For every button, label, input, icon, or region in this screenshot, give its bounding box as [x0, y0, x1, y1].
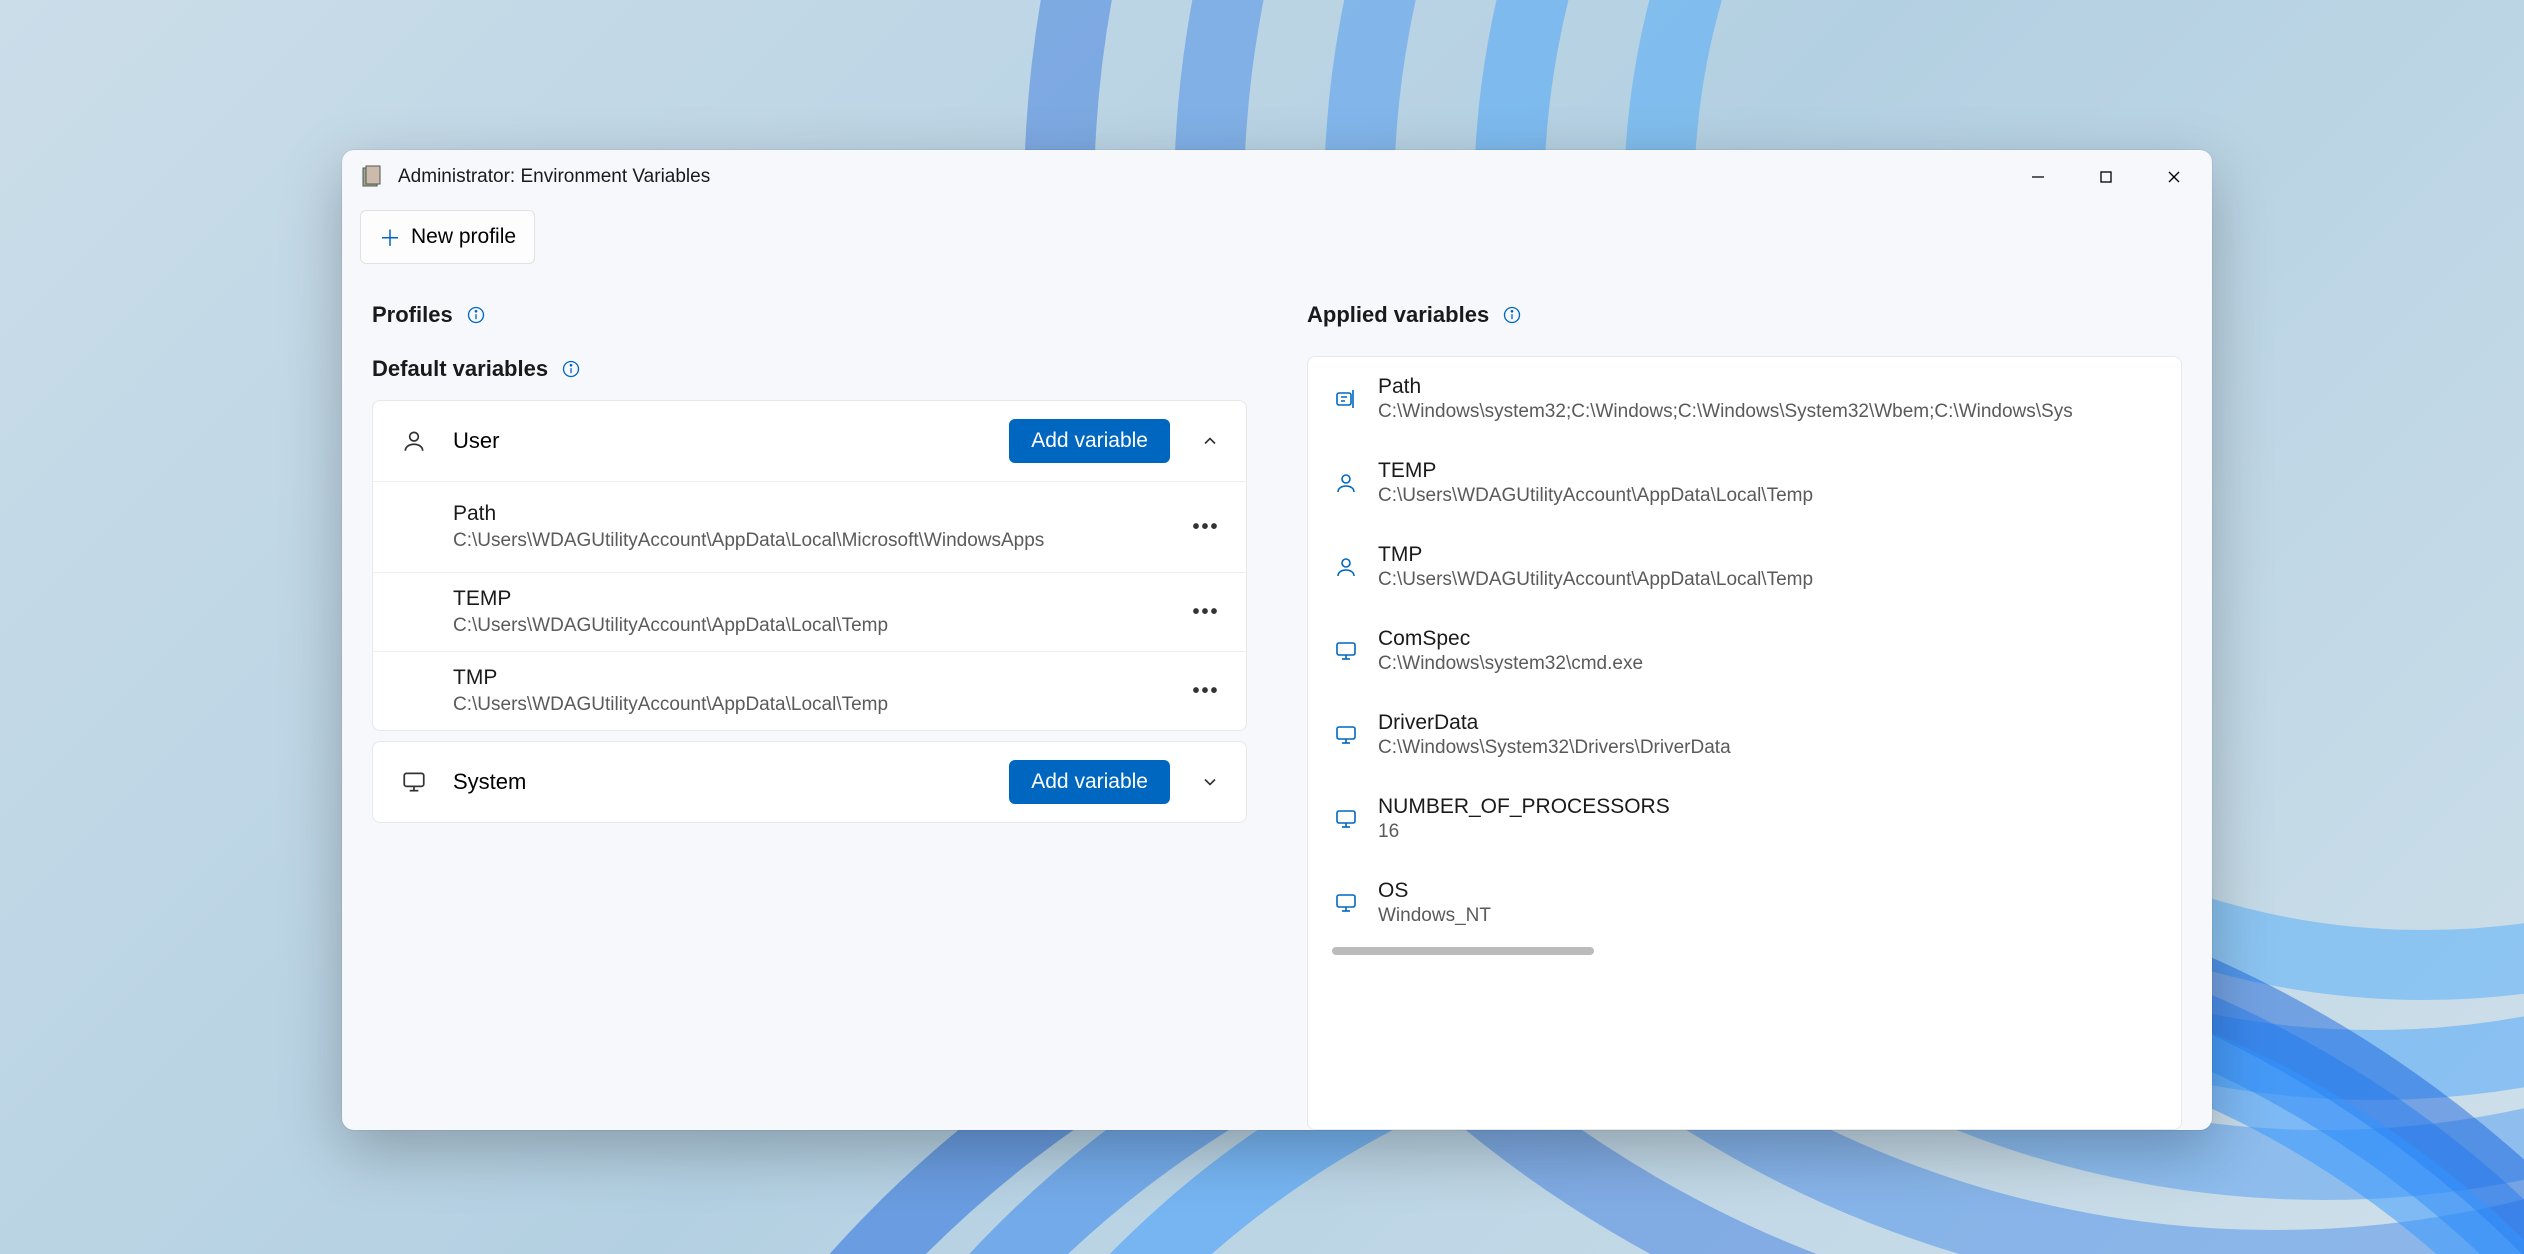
- variable-name: TEMP: [453, 587, 1186, 611]
- applied-variable-value: C:\Users\WDAGUtilityAccount\AppData\Loca…: [1378, 485, 2157, 507]
- applied-column: Applied variables PathC:\Windows\system3…: [1307, 302, 2182, 1130]
- applied-variable-name: TMP: [1378, 543, 2157, 567]
- variable-row[interactable]: TMP C:\Users\WDAGUtilityAccount\AppData\…: [373, 651, 1246, 730]
- applied-variable-value: C:\Windows\system32\cmd.exe: [1378, 653, 2157, 675]
- profiles-column: Profiles Default variables User Add vari…: [372, 302, 1247, 1130]
- system-icon: [1332, 723, 1360, 747]
- applied-variable-name: DriverData: [1378, 711, 2157, 735]
- user-card-label: User: [453, 428, 985, 454]
- variable-name: TMP: [453, 666, 1186, 690]
- applied-variable-name: Path: [1378, 375, 2157, 399]
- applied-variable-row[interactable]: PathC:\Windows\system32;C:\Windows;C:\Wi…: [1308, 357, 2181, 441]
- applied-variable-row[interactable]: DriverDataC:\Windows\System32\Drivers\Dr…: [1308, 693, 2181, 777]
- applied-variable-name: ComSpec: [1378, 627, 2157, 651]
- applied-variable-value: C:\Users\WDAGUtilityAccount\AppData\Loca…: [1378, 569, 2157, 591]
- user-icon: [1332, 471, 1360, 495]
- applied-variable-value: C:\Windows\system32;C:\Windows;C:\Window…: [1378, 401, 2157, 423]
- title-bar[interactable]: Administrator: Environment Variables: [342, 150, 2212, 204]
- new-profile-button[interactable]: ＋ New profile: [360, 210, 535, 264]
- variable-value: C:\Users\WDAGUtilityAccount\AppData\Loca…: [453, 615, 1186, 637]
- applied-variable-name: TEMP: [1378, 459, 2157, 483]
- variable-row[interactable]: TEMP C:\Users\WDAGUtilityAccount\AppData…: [373, 572, 1246, 651]
- applied-variable-value: 16: [1378, 821, 2157, 843]
- chevron-down-icon[interactable]: [1194, 772, 1226, 792]
- maximize-button[interactable]: [2072, 150, 2140, 204]
- applied-variable-row[interactable]: OSWindows_NT: [1308, 861, 2181, 945]
- info-icon[interactable]: [465, 304, 487, 326]
- new-profile-label: New profile: [411, 225, 516, 249]
- applied-variable-name: NUMBER_OF_PROCESSORS: [1378, 795, 2157, 819]
- applied-variable-row[interactable]: TMPC:\Users\WDAGUtilityAccount\AppData\L…: [1308, 525, 2181, 609]
- add-variable-user-button[interactable]: Add variable: [1009, 419, 1170, 463]
- chevron-up-icon[interactable]: [1194, 431, 1226, 451]
- system-icon: [1332, 891, 1360, 915]
- toolbar: ＋ New profile: [342, 204, 2212, 282]
- system-icon: [399, 769, 429, 795]
- user-variables-card: User Add variable Path C:\Users\WDAGUtil…: [372, 400, 1247, 731]
- system-icon: [1332, 807, 1360, 831]
- more-options-button[interactable]: •••: [1186, 601, 1226, 624]
- more-options-button[interactable]: •••: [1186, 680, 1226, 703]
- applied-variables-list[interactable]: PathC:\Windows\system32;C:\Windows;C:\Wi…: [1307, 356, 2182, 1130]
- profiles-heading: Profiles: [372, 302, 453, 328]
- more-options-button[interactable]: •••: [1186, 516, 1226, 539]
- user-icon: [399, 428, 429, 454]
- system-icon: [1332, 639, 1360, 663]
- close-button[interactable]: [2140, 150, 2208, 204]
- horizontal-scrollbar[interactable]: [1332, 947, 1594, 955]
- window-title: Administrator: Environment Variables: [398, 166, 2004, 188]
- variable-value: C:\Users\WDAGUtilityAccount\AppData\Loca…: [453, 530, 1186, 552]
- applied-variable-row[interactable]: ComSpecC:\Windows\system32\cmd.exe: [1308, 609, 2181, 693]
- variable-name: Path: [453, 502, 1186, 526]
- info-icon[interactable]: [560, 358, 582, 380]
- user-icon: [1332, 555, 1360, 579]
- applied-variable-name: OS: [1378, 879, 2157, 903]
- variable-value: C:\Users\WDAGUtilityAccount\AppData\Loca…: [453, 694, 1186, 716]
- plus-icon: ＋: [379, 221, 401, 253]
- applied-variable-row[interactable]: TEMPC:\Users\WDAGUtilityAccount\AppData\…: [1308, 441, 2181, 525]
- rename-icon: [1332, 387, 1360, 411]
- applied-heading: Applied variables: [1307, 302, 1489, 328]
- applied-variable-value: Windows_NT: [1378, 905, 2157, 927]
- app-icon: [360, 165, 384, 189]
- applied-variable-value: C:\Windows\System32\Drivers\DriverData: [1378, 737, 2157, 759]
- system-variables-card: System Add variable: [372, 741, 1247, 823]
- system-card-label: System: [453, 769, 985, 795]
- variable-row[interactable]: Path C:\Users\WDAGUtilityAccount\AppData…: [373, 481, 1246, 572]
- app-window: Administrator: Environment Variables ＋ N…: [342, 150, 2212, 1130]
- minimize-button[interactable]: [2004, 150, 2072, 204]
- applied-variable-row[interactable]: NUMBER_OF_PROCESSORS16: [1308, 777, 2181, 861]
- info-icon[interactable]: [1501, 304, 1523, 326]
- add-variable-system-button[interactable]: Add variable: [1009, 760, 1170, 804]
- default-variables-heading: Default variables: [372, 356, 548, 382]
